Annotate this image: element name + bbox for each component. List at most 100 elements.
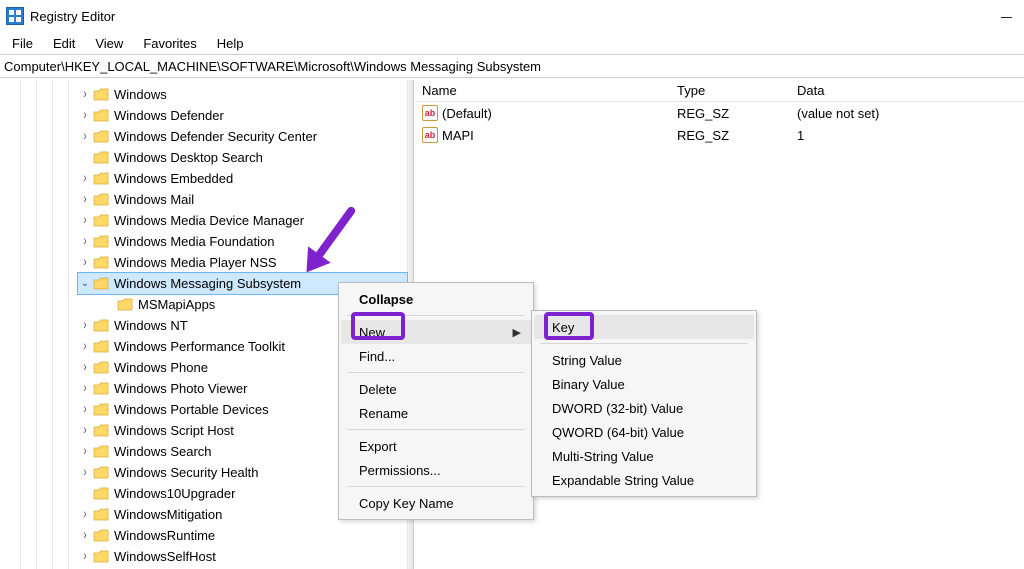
value-data: (value not set) xyxy=(797,106,1024,121)
value-row[interactable]: abMAPIREG_SZ1 xyxy=(416,124,1024,146)
menu-favorites[interactable]: Favorites xyxy=(135,34,204,53)
tree-item-label: Windows Security Health xyxy=(114,465,259,480)
chevron-right-icon[interactable]: › xyxy=(78,444,92,459)
context-submenu-new: Key String Value Binary Value DWORD (32-… xyxy=(531,310,757,497)
ctx-new-multi[interactable]: Multi-String Value xyxy=(534,444,754,468)
address-bar[interactable]: Computer\HKEY_LOCAL_MACHINE\SOFTWARE\Mic… xyxy=(0,54,1024,78)
folder-icon xyxy=(93,445,111,459)
folder-icon xyxy=(93,361,111,375)
menu-file[interactable]: File xyxy=(4,34,41,53)
folder-icon xyxy=(93,172,111,186)
chevron-right-icon[interactable]: › xyxy=(78,129,92,144)
chevron-right-icon[interactable]: › xyxy=(78,87,92,102)
menu-edit[interactable]: Edit xyxy=(45,34,83,53)
ctx-new[interactable]: New▶ xyxy=(341,320,531,344)
folder-icon xyxy=(93,382,111,396)
tree-item-label: WindowsRuntime xyxy=(114,528,215,543)
chevron-right-icon[interactable]: › xyxy=(78,339,92,354)
ctx-new-string[interactable]: String Value xyxy=(534,348,754,372)
chevron-right-icon[interactable]: › xyxy=(78,465,92,480)
folder-icon xyxy=(93,151,111,165)
col-name[interactable]: Name xyxy=(422,83,677,98)
tree-item-label: Windows Desktop Search xyxy=(114,150,263,165)
menu-help[interactable]: Help xyxy=(209,34,252,53)
folder-icon xyxy=(93,529,111,543)
tree-item[interactable]: › Windows Mail xyxy=(78,189,407,210)
folder-icon xyxy=(93,214,111,228)
folder-icon xyxy=(117,298,135,312)
tree-item-label: Windows Media Foundation xyxy=(114,234,274,249)
tree-item-label: WindowsSelfHost xyxy=(114,549,216,564)
ctx-copy-key-name[interactable]: Copy Key Name xyxy=(341,491,531,515)
tree-item[interactable]: › Windows Defender xyxy=(78,105,407,126)
chevron-right-icon[interactable]: › xyxy=(78,528,92,543)
chevron-right-icon[interactable]: › xyxy=(78,234,92,249)
folder-icon xyxy=(93,550,111,564)
chevron-right-icon[interactable]: › xyxy=(78,507,92,522)
ctx-new-expand[interactable]: Expandable String Value xyxy=(534,468,754,492)
folder-icon xyxy=(93,340,111,354)
minimize-button[interactable] xyxy=(1001,6,1012,21)
col-type[interactable]: Type xyxy=(677,83,797,98)
folder-icon xyxy=(93,424,111,438)
tree-item-label: Windows Portable Devices xyxy=(114,402,269,417)
tree-item-label: Windows Performance Toolkit xyxy=(114,339,285,354)
ctx-rename[interactable]: Rename xyxy=(341,401,531,425)
window: Registry Editor File Edit View Favorites… xyxy=(0,0,1024,569)
tree-item-label: Windows Defender Security Center xyxy=(114,129,317,144)
value-row[interactable]: ab(Default)REG_SZ(value not set) xyxy=(416,102,1024,124)
tree-item-label: Windows Defender xyxy=(114,108,224,123)
value-type: REG_SZ xyxy=(677,106,797,121)
col-data[interactable]: Data xyxy=(797,83,1024,98)
chevron-right-icon[interactable]: › xyxy=(78,318,92,333)
folder-icon xyxy=(93,277,111,291)
tree-item-label: Windows Phone xyxy=(114,360,208,375)
tree-item[interactable]: › WindowsRuntime xyxy=(78,525,407,546)
address-text: Computer\HKEY_LOCAL_MACHINE\SOFTWARE\Mic… xyxy=(4,59,541,74)
chevron-right-icon[interactable]: › xyxy=(78,108,92,123)
menu-view[interactable]: View xyxy=(87,34,131,53)
tree-item-label: Windows10Upgrader xyxy=(114,486,235,501)
chevron-right-icon[interactable]: › xyxy=(78,213,92,228)
value-data: 1 xyxy=(797,128,1024,143)
ctx-new-qword[interactable]: QWORD (64-bit) Value xyxy=(534,420,754,444)
submenu-arrow-icon: ▶ xyxy=(513,326,521,339)
folder-icon xyxy=(93,88,111,102)
ctx-find[interactable]: Find... xyxy=(341,344,531,368)
chevron-right-icon[interactable]: › xyxy=(78,192,92,207)
tree-item[interactable]: › Windows Defender Security Center xyxy=(78,126,407,147)
ctx-export[interactable]: Export xyxy=(341,434,531,458)
folder-icon xyxy=(93,109,111,123)
tree-item-label: WindowsMitigation xyxy=(114,507,222,522)
titlebar[interactable]: Registry Editor xyxy=(0,0,1024,32)
chevron-right-icon[interactable]: › xyxy=(78,360,92,375)
tree-item-label: Windows Mail xyxy=(114,192,194,207)
ctx-collapse[interactable]: Collapse xyxy=(341,287,531,311)
tree-item[interactable]: Windows Desktop Search xyxy=(78,147,407,168)
menubar: File Edit View Favorites Help xyxy=(0,32,1024,54)
ctx-delete[interactable]: Delete xyxy=(341,377,531,401)
folder-icon xyxy=(93,319,111,333)
tree-item-label: MSMapiApps xyxy=(138,297,215,312)
value-header: Name Type Data xyxy=(416,80,1024,102)
tree-item-label: Windows Search xyxy=(114,444,212,459)
chevron-right-icon[interactable]: › xyxy=(78,423,92,438)
tree-guides xyxy=(4,80,82,569)
tree-item[interactable]: › WindowsSelfHost xyxy=(78,546,407,567)
string-value-icon: ab xyxy=(422,105,438,121)
ctx-permissions[interactable]: Permissions... xyxy=(341,458,531,482)
tree-item-label: Windows NT xyxy=(114,318,188,333)
chevron-right-icon[interactable]: › xyxy=(78,171,92,186)
chevron-right-icon[interactable]: › xyxy=(78,255,92,270)
value-name: MAPI xyxy=(442,128,474,143)
ctx-new-key[interactable]: Key xyxy=(534,315,754,339)
tree-item[interactable]: ›Windows xyxy=(78,84,407,105)
ctx-new-binary[interactable]: Binary Value xyxy=(534,372,754,396)
tree-item[interactable]: ›Windows Media Player NSS xyxy=(78,252,407,273)
folder-icon xyxy=(93,256,111,270)
ctx-new-dword[interactable]: DWORD (32-bit) Value xyxy=(534,396,754,420)
chevron-right-icon[interactable]: › xyxy=(78,549,92,564)
chevron-right-icon[interactable]: › xyxy=(78,402,92,417)
tree-item[interactable]: ›Windows Embedded xyxy=(78,168,407,189)
chevron-right-icon[interactable]: › xyxy=(78,381,92,396)
